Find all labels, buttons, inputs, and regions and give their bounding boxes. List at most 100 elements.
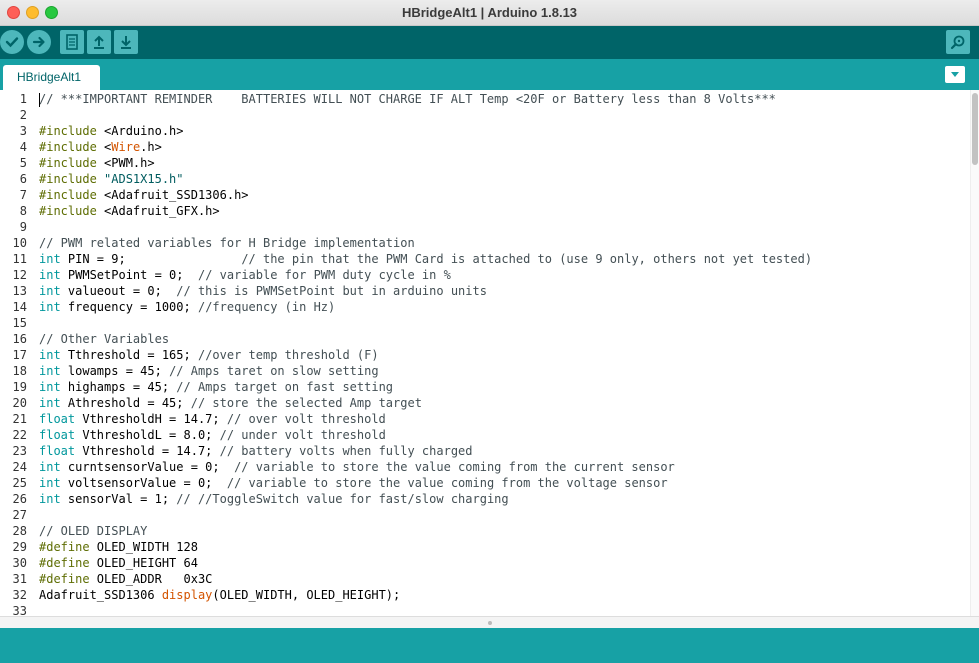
code-line[interactable]: 28 // OLED DISPLAY	[0, 523, 970, 539]
line-number: 19	[12, 380, 27, 394]
line-text: // ***IMPORTANT REMINDER BATTERIES WILL …	[39, 91, 776, 107]
code-line[interactable]: 24 int curntsensorValue = 0; // variable …	[0, 459, 970, 475]
code-line[interactable]: 23 float Vthreshold = 14.7; // battery vo…	[0, 443, 970, 459]
line-text: // Other Variables	[39, 331, 169, 347]
code-line[interactable]: 3 #include <Arduino.h>	[0, 123, 970, 139]
code-line[interactable]: 14 int frequency = 1000; //frequency (in …	[0, 299, 970, 315]
code-line[interactable]: 8 #include <Adafruit_GFX.h>	[0, 203, 970, 219]
code-line[interactable]: 25 int voltsensorValue = 0; // variable t…	[0, 475, 970, 491]
line-text: #define OLED_HEIGHT 64	[39, 555, 198, 571]
code-token: <PWM.h>	[104, 156, 155, 170]
code-token: //over temp threshold (F)	[197, 348, 379, 362]
code-token: float	[39, 428, 76, 442]
code-line[interactable]: 31 #define OLED_ADDR 0x3C	[0, 571, 970, 587]
line-number: 18	[12, 364, 27, 378]
code-token: // Other Variables	[39, 332, 170, 346]
code-token: float	[39, 412, 76, 426]
line-text: #include <Adafruit_SSD1306.h>	[39, 187, 249, 203]
code-token: Vthreshold = 14.7;	[75, 444, 220, 458]
code-line[interactable]: 30 #define OLED_HEIGHT 64	[0, 555, 970, 571]
line-text: int voltsensorValue = 0; // variable to …	[39, 475, 668, 491]
line-number: 27	[12, 508, 27, 522]
code-line[interactable]: 10 // PWM related variables for H Bridge …	[0, 235, 970, 251]
scrollbar-thumb[interactable]	[972, 93, 978, 165]
line-text: #define OLED_ADDR 0x3C	[39, 571, 212, 587]
code-line[interactable]: 20 int Athreshold = 45; // store the sele…	[0, 395, 970, 411]
code-line[interactable]: 6 #include "ADS1X15.h"	[0, 171, 970, 187]
code-token: #include	[39, 188, 105, 202]
code-line[interactable]: 22 float VthresholdL = 8.0; // under volt…	[0, 427, 970, 443]
line-number: 33	[12, 604, 27, 616]
code-line[interactable]: 19 int highamps = 45; // Amps target on f…	[0, 379, 970, 395]
code-token: // this is PWMSetPoint but in arduino un…	[176, 284, 487, 298]
code-token: // Amps target on fast setting	[176, 380, 394, 394]
window-title: HBridgeAlt1 | Arduino 1.8.13	[401, 5, 578, 20]
line-number: 12	[12, 268, 27, 282]
code-line[interactable]: 27	[0, 507, 970, 523]
line-number: 11	[12, 252, 27, 266]
code-line[interactable]: 13 int valueout = 0; // this is PWMSetPoi…	[0, 283, 970, 299]
serial-monitor-button[interactable]	[946, 30, 970, 54]
code-line[interactable]: 32 Adafruit_SSD1306 display(OLED_WIDTH, O…	[0, 587, 970, 603]
code-token: voltsensorValue = 0;	[60, 476, 227, 490]
code-token: sensorVal = 1;	[60, 492, 177, 506]
code-line[interactable]: 12 int PWMSetPoint = 0; // variable for P…	[0, 267, 970, 283]
code-token: //frequency (in Hz)	[197, 300, 336, 314]
code-line[interactable]: 1 // ***IMPORTANT REMINDER BATTERIES WILL…	[0, 91, 970, 107]
line-number: 24	[12, 460, 27, 474]
code-token: display	[161, 588, 213, 602]
verify-button[interactable]	[0, 30, 24, 54]
code-token: (OLED_WIDTH, OLED_HEIGHT);	[212, 588, 401, 602]
code-line[interactable]: 15	[0, 315, 970, 331]
line-number: 20	[12, 396, 27, 410]
line-number: 5	[19, 156, 27, 170]
code-token: int	[39, 300, 61, 314]
code-line[interactable]: 7 #include <Adafruit_SSD1306.h>	[0, 187, 970, 203]
code-line[interactable]: 33	[0, 603, 970, 616]
line-text: int PIN = 9; // the pin that the PWM Car…	[39, 251, 812, 267]
code-line[interactable]: 17 int Tthreshold = 165; //over temp thre…	[0, 347, 970, 363]
code-line[interactable]: 5 #include <PWM.h>	[0, 155, 970, 171]
line-text: #define OLED_WIDTH 128	[39, 539, 198, 555]
code-editor[interactable]: 1 // ***IMPORTANT REMINDER BATTERIES WILL…	[0, 90, 979, 616]
code-line[interactable]: 16 // Other Variables	[0, 331, 970, 347]
line-number: 2	[19, 108, 27, 122]
new-sketch-button[interactable]	[60, 30, 84, 54]
code-token: // PWM related variables for H Bridge im…	[39, 236, 415, 250]
line-number: 31	[12, 572, 27, 586]
code-token: // battery volts when fully charged	[219, 444, 473, 458]
code-token: curntsensorValue = 0;	[60, 460, 235, 474]
code-line[interactable]: 9	[0, 219, 970, 235]
line-text: Adafruit_SSD1306 display(OLED_WIDTH, OLE…	[39, 587, 400, 603]
upload-button[interactable]	[27, 30, 51, 54]
line-number: 9	[19, 220, 27, 234]
line-text: int sensorVal = 1; // //ToggleSwitch val…	[39, 491, 509, 507]
code-token: int	[39, 460, 61, 474]
line-number: 25	[12, 476, 27, 490]
code-line[interactable]: 29 #define OLED_WIDTH 128	[0, 539, 970, 555]
code-line[interactable]: 4 #include <Wire.h>	[0, 139, 970, 155]
code-line[interactable]: 18 int lowamps = 45; // Amps taret on slo…	[0, 363, 970, 379]
code-token: Adafruit_SSD1306	[39, 588, 162, 602]
code-line[interactable]: 2	[0, 107, 970, 123]
text-cursor	[39, 93, 40, 107]
line-text: int Athreshold = 45; // store the select…	[39, 395, 422, 411]
tab-menu-button[interactable]	[945, 66, 965, 83]
code-token: #define	[39, 572, 97, 586]
line-number: 10	[12, 236, 27, 250]
code-line[interactable]: 26 int sensorVal = 1; // //ToggleSwitch v…	[0, 491, 970, 507]
line-number: 30	[12, 556, 27, 570]
code-token: #include	[39, 140, 105, 154]
code-line[interactable]: 21 float VthresholdH = 14.7; // over volt…	[0, 411, 970, 427]
line-text: int frequency = 1000; //frequency (in Hz…	[39, 299, 335, 315]
save-sketch-button[interactable]	[114, 30, 138, 54]
code-token: valueout = 0;	[60, 284, 177, 298]
tab-hbridgealt1[interactable]: HBridgeAlt1	[3, 65, 100, 90]
open-sketch-button[interactable]	[87, 30, 111, 54]
code-line[interactable]: 11 int PIN = 9; // the pin that the PWM C…	[0, 251, 970, 267]
line-text: #include <Adafruit_GFX.h>	[39, 203, 220, 219]
divider-handle[interactable]	[488, 621, 492, 625]
vertical-scrollbar[interactable]	[970, 90, 979, 616]
editor-console-divider[interactable]	[0, 616, 979, 628]
line-text: #include <Arduino.h>	[39, 123, 184, 139]
